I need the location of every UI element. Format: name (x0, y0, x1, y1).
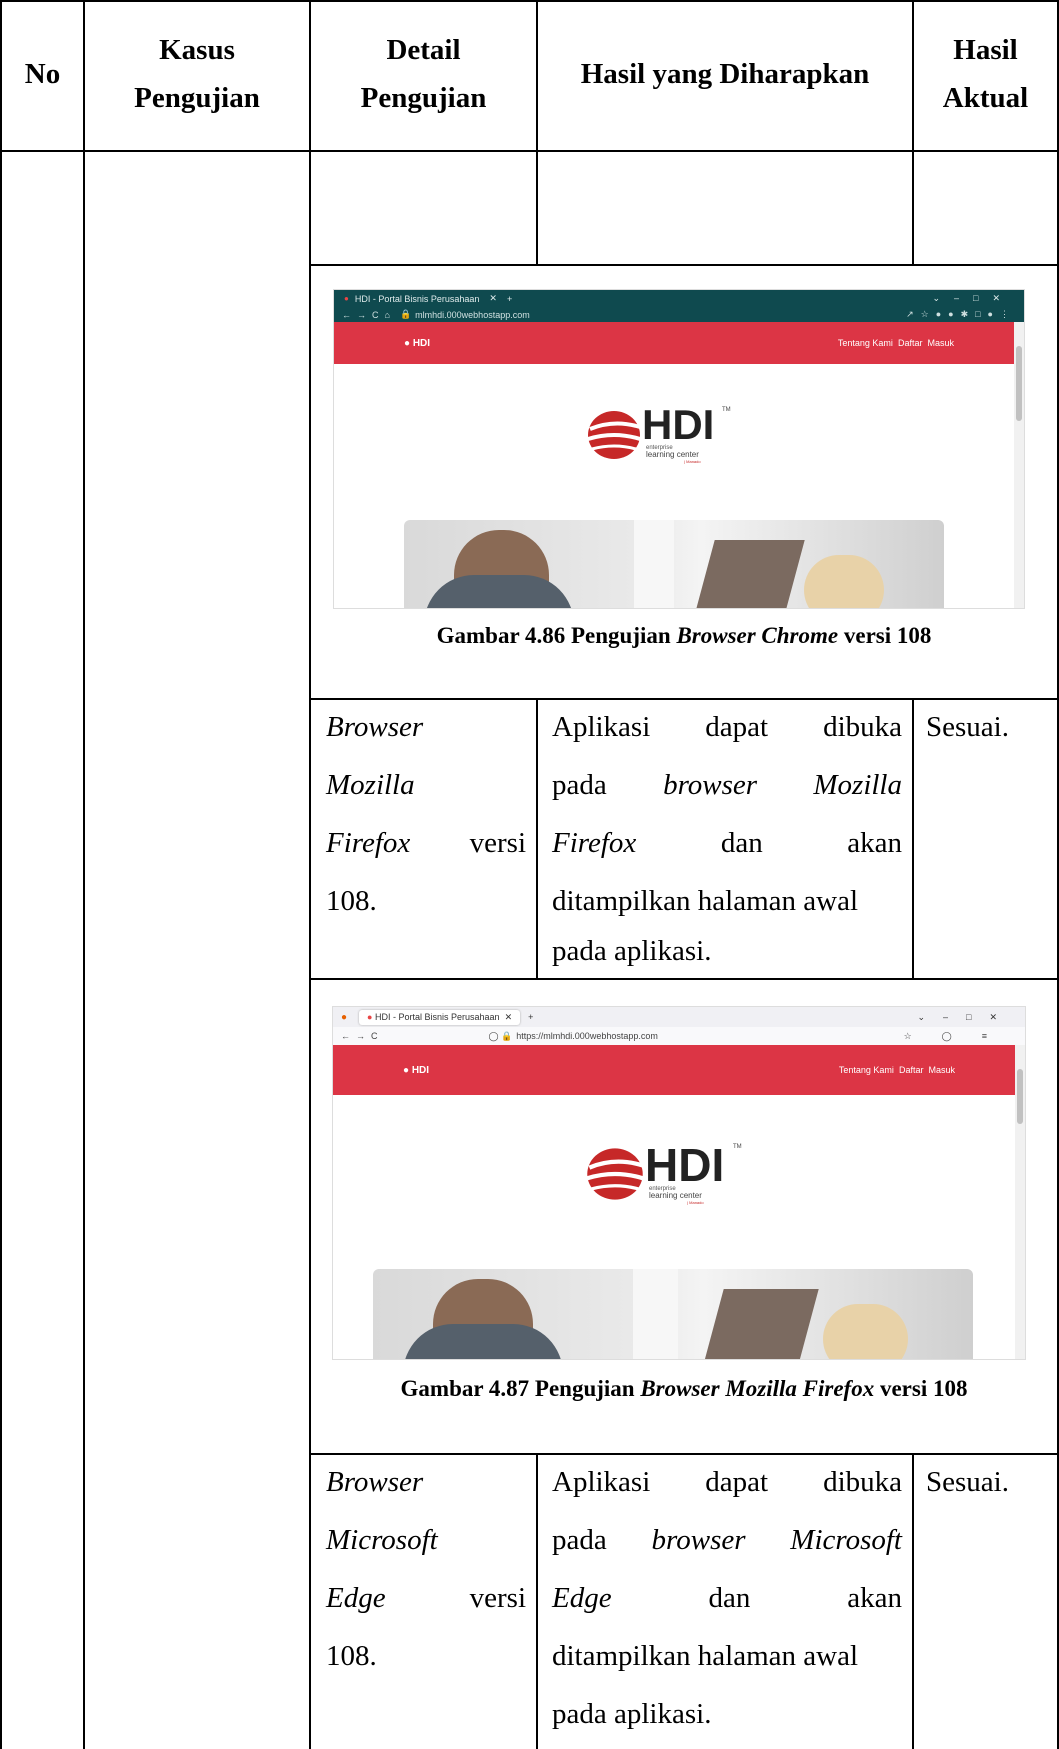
detail-edge-line1: Browser (326, 1466, 424, 1498)
close-tab-icon: ✕ (489, 293, 497, 303)
expected-firefox-line1: Aplikasi dapat dibuka (552, 711, 902, 743)
window-controls-icon: ⌄–□✕ (932, 293, 1014, 303)
scrollbar-thumb (1017, 1069, 1023, 1124)
favicon-icon: ● (344, 294, 349, 303)
new-tab-icon: + (506, 293, 513, 304)
hdi-globe-icon (586, 1148, 644, 1200)
close-tab-icon: ✕ (504, 1011, 513, 1022)
expected-edge-line1: Aplikasi dapat dibuka (552, 1466, 902, 1498)
firefox-screenshot: ● ● HDI - Portal Bisnis Perusahaan ✕ + ⌄… (332, 1006, 1026, 1360)
col-border-detail-top (536, 0, 538, 265)
expected-edge-line4: ditampilkan halaman awal (552, 1640, 859, 1672)
scrollbar-thumb (1016, 346, 1022, 421)
hdi-logo: HDI TM enterprise learning center | Mana… (584, 401, 784, 465)
hero-photo (404, 520, 944, 608)
detail-edge-line3: Edge versi (326, 1582, 526, 1614)
person-left-shirt (424, 575, 574, 608)
col-border-left (0, 0, 2, 1749)
detail-firefox-line1: Browser (326, 711, 424, 743)
col-border-harapan-r2 (912, 698, 914, 979)
col-border-detail-r2 (536, 698, 538, 979)
url-text: https://mlmhdi.000webhostapp.com (516, 1031, 658, 1041)
chrome-screenshot: ● HDI - Portal Bisnis Perusahaan ✕ + ⌄–□… (333, 289, 1025, 609)
scrollbar (1014, 322, 1024, 608)
firefox-url-bar: ←→C ◯ 🔒 https://mlmhdi.000webhostapp.com… (333, 1027, 1025, 1046)
expected-firefox-line3: Firefox dan akan (552, 827, 902, 859)
toolbar-icons: ☆◯≡ (903, 1030, 1017, 1041)
header-kasus-pengujian: Kasus Pengujian (134, 34, 260, 114)
hdi-globe-icon (587, 411, 641, 459)
col-border-no (83, 0, 85, 1749)
detail-edge-line2: Microsoft (326, 1524, 438, 1556)
person-right-hair (823, 1304, 908, 1359)
header-no: No (24, 58, 61, 90)
actual-firefox: Sesuai. (926, 711, 1009, 743)
detail-firefox-line4: 108. (326, 885, 377, 917)
expected-edge-line5: pada aplikasi. (552, 1698, 712, 1730)
header-hasil-aktual: Hasil Aktual (942, 34, 1029, 114)
table-top-border (0, 0, 1059, 2)
col-border-detail-r4 (536, 1453, 538, 1749)
tab-title: HDI - Portal Bisnis Perusahaan (354, 293, 480, 304)
small-logo: ● HDI (404, 337, 431, 349)
scrollbar (1015, 1045, 1025, 1359)
col-border-harapan-r4 (912, 1453, 914, 1749)
figure-4-86-caption: Gambar 4.86 Pengujian Browser Chrome ver… (436, 623, 932, 648)
figure-4-87-caption: Gambar 4.87 Pengujian Browser Mozilla Fi… (400, 1376, 968, 1401)
actual-edge: Sesuai. (926, 1466, 1009, 1498)
header-bottom-border (0, 150, 1059, 152)
detail-firefox-line3: Firefox versi (326, 827, 526, 859)
firefox-tab-bar: ● ● HDI - Portal Bisnis Perusahaan ✕ + ⌄… (333, 1007, 1025, 1027)
chrome-url-bar: ←→C⌂ 🔒 mlmhdi.000webhostapp.com ↗☆●●✱□●⋮ (334, 307, 1024, 322)
expected-firefox-line2: pada browser Mozilla (552, 769, 902, 801)
site-navbar: ● HDI Tentang Kami Daftar Masuk (334, 322, 1014, 364)
nav-links: Tentang Kami Daftar Masuk (838, 338, 954, 348)
expected-edge-line2: pada browser Microsoft (552, 1524, 902, 1556)
hdi-logo: HDI TM enterprise learning center | Mana… (583, 1139, 783, 1207)
toolbar-icons: ↗☆●●✱□●⋮ (906, 309, 1016, 319)
active-tab: ● HDI - Portal Bisnis Perusahaan ✕ (359, 1009, 521, 1025)
nav-masuk: Masuk (927, 338, 954, 348)
nav-tentang-kami: Tentang Kami (837, 338, 893, 348)
url-text: mlmhdi.000webhostapp.com (415, 309, 530, 320)
col-border-kasus (309, 0, 311, 1749)
nav-daftar: Daftar (897, 338, 923, 348)
pillar-shape (634, 520, 674, 608)
expected-firefox-line5: pada aplikasi. (552, 935, 712, 967)
person-mid-shape (693, 540, 805, 608)
row-border-1 (309, 264, 1059, 266)
nav-arrows-icon: ←→C⌂ (342, 309, 396, 320)
nav-daftar: Daftar (898, 1065, 924, 1075)
nav-arrows-icon: ←→C (341, 1031, 384, 1041)
header-detail-pengujian: Detail Pengujian (360, 34, 487, 114)
person-left-shirt (403, 1324, 563, 1359)
nav-links: Tentang Kami Daftar Masuk (839, 1065, 955, 1075)
shield-lock-icon: ◯ 🔒 (488, 1030, 513, 1041)
header-hasil-diharapkan: Hasil yang Diharapkan (580, 58, 870, 90)
small-logo: ● HDI (403, 1064, 430, 1076)
tab-title: HDI - Portal Bisnis Perusahaan (375, 1011, 500, 1022)
detail-firefox-line2: Mozilla (326, 769, 415, 801)
person-right-hair (804, 555, 884, 608)
window-controls-icon: ⌄–□✕ (917, 1011, 1015, 1022)
lock-icon: 🔒 (399, 309, 412, 319)
detail-edge-line4: 108. (326, 1640, 377, 1672)
firefox-logo-icon: ● (341, 1011, 348, 1023)
expected-edge-line3: Edge dan akan (552, 1582, 902, 1614)
new-tab-icon: + (528, 1012, 534, 1022)
chrome-tab-bar: ● HDI - Portal Bisnis Perusahaan ✕ + ⌄–□… (334, 290, 1024, 307)
favicon-icon: ● (367, 1011, 373, 1022)
site-navbar: ● HDI Tentang Kami Daftar Masuk (333, 1045, 1015, 1095)
nav-tentang-kami: Tentang Kami (838, 1065, 894, 1075)
person-mid-shape (702, 1289, 819, 1359)
hero-photo (373, 1269, 973, 1359)
nav-masuk: Masuk (928, 1065, 955, 1075)
pillar-shape (633, 1269, 678, 1359)
